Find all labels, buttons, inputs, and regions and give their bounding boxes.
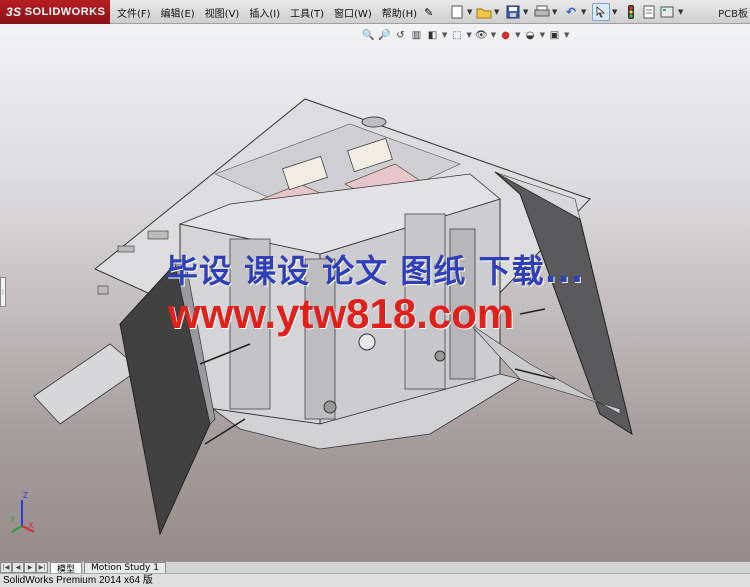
menu-tools[interactable]: 工具(T) [285,5,329,20]
chevron-down-icon[interactable]: ▼ [612,8,617,16]
undo-icon[interactable]: ↶ [562,3,580,21]
tab-motion-study[interactable]: Motion Study 1 [84,561,166,574]
menu-help[interactable]: 帮助(H) [377,5,422,20]
file-properties-icon[interactable] [640,3,658,21]
tab-model[interactable]: 模型 [50,561,83,575]
watermark-url: www.ytw818.com [168,290,515,337]
chevron-down-icon[interactable]: ▼ [678,8,683,16]
prev-tab-icon[interactable]: ◀ [12,562,24,573]
chevron-down-icon[interactable]: ▼ [467,8,472,16]
chevron-down-icon[interactable]: ▼ [581,8,586,16]
chevron-down-icon[interactable]: ▼ [523,8,528,16]
select-cursor-icon[interactable] [592,3,610,21]
menu-insert[interactable]: 插入(I) [244,5,285,20]
watermark-slogan: 毕设 课设 论文 图纸 下载... [166,252,585,290]
reference-triad: Z Y X [10,491,35,533]
graphics-area[interactable]: 🔍 🔎 ↺ ▥ ◧ ▼ ⬚ ▼ 👁 ▼ ● ▼ ◒ ▼ ▣ ▼ ⋮ 毕设 课设 … [0,24,750,561]
ds-logo-mark: 3S [6,5,22,19]
solidworks-logo[interactable]: 3S SOLIDWORKS [0,0,110,24]
options-icon[interactable] [658,3,676,21]
pcb-tab-label[interactable]: PCB板 [718,5,748,20]
next-tab-icon[interactable]: ▶ [24,562,36,573]
document-tab-bar: |◀ ◀ ▶ ▶| 模型 Motion Study 1 [0,561,750,575]
print-icon[interactable] [533,3,551,21]
menu-edit[interactable]: 编辑(E) [156,5,200,20]
chevron-down-icon[interactable]: ▼ [494,8,499,16]
triad-x-label: X [28,521,34,530]
triad-z-label: Z [23,491,28,500]
menu-file[interactable]: 文件(F) [112,5,156,20]
open-folder-icon[interactable] [475,3,493,21]
menu-bar: 3S SOLIDWORKS 文件(F) 编辑(E) 视图(V) 插入(I) 工具… [0,0,750,24]
app-logo-text: SOLIDWORKS [24,6,106,18]
menu-view[interactable]: 视图(V) [200,5,245,20]
first-tab-icon[interactable]: |◀ [0,562,12,573]
rebuild-icon[interactable] [622,3,640,21]
last-tab-icon[interactable]: ▶| [36,562,48,573]
save-icon[interactable] [504,3,522,21]
triad-y-label: Y [10,515,16,524]
pin-icon[interactable]: ✎ [424,6,433,19]
chevron-down-icon[interactable]: ▼ [552,8,557,16]
new-document-icon[interactable] [448,3,466,21]
menu-window[interactable]: 窗口(W) [329,5,377,20]
main-menu: 文件(F) 编辑(E) 视图(V) 插入(I) 工具(T) 窗口(W) 帮助(H… [112,0,433,24]
status-bar-text: SolidWorks Premium 2014 x64 版 [0,573,750,587]
